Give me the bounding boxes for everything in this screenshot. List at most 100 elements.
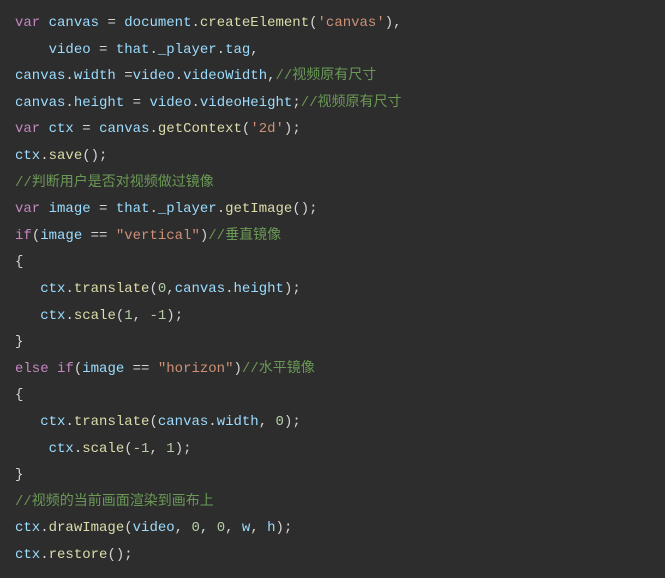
code-line: var ctx = canvas.getContext('2d'); [15, 121, 301, 137]
punct: . [149, 42, 157, 58]
punct: (); [292, 201, 317, 217]
punct: . [217, 201, 225, 217]
fn-getContext: getContext [158, 121, 242, 137]
var-video: video [133, 68, 175, 84]
op: == [124, 361, 158, 377]
op: = [91, 201, 116, 217]
keyword-if: if [57, 361, 74, 377]
punct: , [175, 520, 192, 536]
indent [15, 414, 40, 430]
punct: , [250, 42, 258, 58]
punct: . [65, 308, 73, 324]
code-line: { [15, 387, 23, 403]
punct: . [149, 121, 157, 137]
obj-document: document [124, 15, 191, 31]
punct: (); [107, 547, 132, 563]
comment: //垂直镜像 [208, 228, 281, 244]
comment: //视频原有尺寸 [301, 95, 402, 111]
var-ctx: ctx [49, 121, 74, 137]
var-image: image [82, 361, 124, 377]
fn-translate: translate [74, 281, 150, 297]
punct: , [166, 281, 174, 297]
fn-createElement: createElement [200, 15, 309, 31]
punct: . [74, 441, 82, 457]
var-ctx: ctx [40, 308, 65, 324]
punct: . [191, 95, 199, 111]
punct: , [149, 441, 166, 457]
punct: , [133, 308, 150, 324]
fn-drawImage: drawImage [49, 520, 125, 536]
comment: //视频的当前画面渲染到画布上 [15, 494, 214, 510]
code-line: ctx.save(); [15, 148, 107, 164]
var-canvas: canvas [49, 15, 99, 31]
code-line: var image = that._player.getImage(); [15, 201, 318, 217]
var-ctx: ctx [15, 547, 40, 563]
var-ctx: ctx [40, 414, 65, 430]
brace: { [15, 387, 23, 403]
punct: . [65, 95, 73, 111]
var-canvas: canvas [158, 414, 208, 430]
punct: . [208, 414, 216, 430]
fn-translate: translate [74, 414, 150, 430]
code-line: video = that._player.tag, [15, 42, 259, 58]
code-line: ctx.translate(canvas.width, 0); [15, 414, 301, 430]
var-video: video [49, 42, 91, 58]
var-canvas: canvas [99, 121, 149, 137]
keyword-var: var [15, 15, 40, 31]
punct: (); [82, 148, 107, 164]
brace: } [15, 467, 23, 483]
comment: //判断用户是否对视频做过镜像 [15, 175, 214, 191]
prop-player: _player [158, 42, 217, 58]
prop-videoHeight: videoHeight [200, 95, 292, 111]
indent [15, 42, 49, 58]
punct: ); [284, 281, 301, 297]
string: 'canvas' [318, 15, 385, 31]
comment: //水平镜像 [242, 361, 315, 377]
code-line: ctx.restore(); [15, 547, 133, 563]
string: "horizon" [158, 361, 234, 377]
code-line: ctx.translate(0,canvas.height); [15, 281, 301, 297]
code-line: canvas.width =video.videoWidth,//视频原有尺寸 [15, 68, 376, 84]
punct: ( [149, 281, 157, 297]
prop-height: height [234, 281, 284, 297]
code-line: } [15, 467, 23, 483]
keyword-var: var [15, 121, 40, 137]
string: '2d' [250, 121, 284, 137]
number: 0 [191, 520, 199, 536]
punct: . [40, 148, 48, 164]
punct: ( [124, 520, 132, 536]
punct: ); [284, 414, 301, 430]
punct: . [217, 42, 225, 58]
brace: { [15, 254, 23, 270]
prop-width: width [74, 68, 116, 84]
number: 0 [217, 520, 225, 536]
punct: ); [276, 520, 293, 536]
var-image: image [40, 228, 82, 244]
punct: , [267, 68, 275, 84]
code-line: var canvas = document.createElement('can… [15, 15, 402, 31]
keyword-else: else [15, 361, 49, 377]
punct: . [65, 414, 73, 430]
fn-scale: scale [74, 308, 116, 324]
code-block: var canvas = document. createElement ( 'can… [0, 0, 665, 578]
number: -1 [133, 441, 150, 457]
code-line: ctx.scale(1, -1); [15, 308, 183, 324]
prop-height: height [74, 95, 124, 111]
punct: . [40, 520, 48, 536]
op: == [82, 228, 116, 244]
op: = [99, 15, 124, 31]
punct: , [259, 414, 276, 430]
prop-player: _player [158, 201, 217, 217]
punct: ( [74, 361, 82, 377]
var-ctx: ctx [40, 281, 65, 297]
code-line: canvas.height = video.videoHeight;//视频原有… [15, 95, 402, 111]
fn-getImage: getImage [225, 201, 292, 217]
punct: . [149, 201, 157, 217]
punct: . [65, 281, 73, 297]
prop-width: width [217, 414, 259, 430]
indent [15, 281, 40, 297]
var-h: h [267, 520, 275, 536]
punct: ( [116, 308, 124, 324]
punct: . [225, 281, 233, 297]
op: = [124, 95, 149, 111]
